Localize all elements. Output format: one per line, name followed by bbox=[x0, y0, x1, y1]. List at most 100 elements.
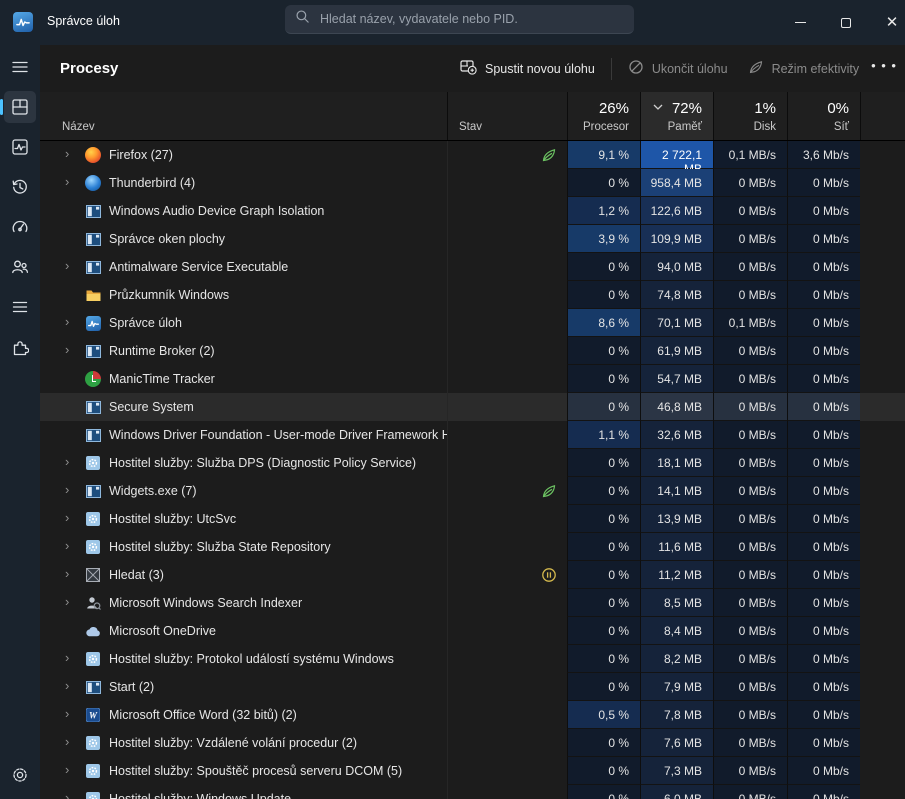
expand-chevron-icon[interactable]: › bbox=[65, 706, 69, 721]
process-name: Hledat (3) bbox=[109, 568, 164, 582]
expand-chevron-icon[interactable]: › bbox=[65, 258, 69, 273]
process-row[interactable]: ›Hledat (3)0 %11,2 MB0 MB/s0 Mb/s bbox=[40, 561, 905, 589]
search-box[interactable] bbox=[285, 5, 634, 34]
network-total-percent: 0% bbox=[827, 100, 849, 117]
column-header-network[interactable]: 0% Síť bbox=[787, 92, 860, 140]
process-name: Microsoft Office Word (32 bitů) (2) bbox=[109, 708, 297, 722]
process-row[interactable]: Windows Driver Foundation - User-mode Dr… bbox=[40, 421, 905, 449]
network-cell: 0 Mb/s bbox=[787, 505, 860, 533]
sidebar-item-processes[interactable] bbox=[4, 91, 36, 123]
row-filler bbox=[860, 309, 905, 337]
process-row[interactable]: Správce oken plochy3,9 %109,9 MB0 MB/s0 … bbox=[40, 225, 905, 253]
expand-chevron-icon[interactable]: › bbox=[65, 594, 69, 609]
row-filler bbox=[860, 505, 905, 533]
column-header-status[interactable]: Stav bbox=[447, 92, 567, 140]
expand-chevron-icon[interactable]: › bbox=[65, 342, 69, 357]
process-row[interactable]: ›Microsoft Windows Search Indexer0 %8,5 … bbox=[40, 589, 905, 617]
process-row[interactable]: ›Hostitel služby: Vzdálené volání proced… bbox=[40, 729, 905, 757]
expand-chevron-icon[interactable]: › bbox=[65, 482, 69, 497]
process-name-cell: ›Firefox (27) bbox=[40, 141, 447, 169]
expand-chevron-icon[interactable]: › bbox=[65, 510, 69, 525]
process-row[interactable]: Průzkumník Windows0 %74,8 MB0 MB/s0 Mb/s bbox=[40, 281, 905, 309]
process-name: Průzkumník Windows bbox=[109, 288, 229, 302]
cpu-cell: 1,1 % bbox=[567, 421, 640, 449]
sidebar-item-services[interactable] bbox=[4, 331, 36, 363]
process-row[interactable]: ›Antimalware Service Executable0 %94,0 M… bbox=[40, 253, 905, 281]
expand-chevron-icon[interactable]: › bbox=[65, 678, 69, 693]
process-row[interactable]: ›WMicrosoft Office Word (32 bitů) (2)0,5… bbox=[40, 701, 905, 729]
column-header-name[interactable]: Název bbox=[40, 92, 447, 140]
run-new-task-button[interactable]: Spustit novou úlohu bbox=[450, 53, 605, 84]
process-icon-folder bbox=[85, 287, 101, 303]
cpu-cell: 9,1 % bbox=[567, 141, 640, 169]
disk-cell: 0 MB/s bbox=[713, 337, 787, 365]
column-header-disk[interactable]: 1% Disk bbox=[713, 92, 787, 140]
column-label-name: Název bbox=[62, 121, 95, 133]
close-button[interactable]: ✕ bbox=[869, 0, 905, 45]
disk-cell: 0 MB/s bbox=[713, 617, 787, 645]
minimize-button[interactable] bbox=[777, 0, 823, 45]
efficiency-mode-button[interactable]: Režim efektivity bbox=[738, 53, 870, 84]
search-input[interactable] bbox=[320, 12, 624, 26]
end-task-button[interactable]: Ukončit úlohu bbox=[618, 53, 738, 84]
expand-chevron-icon[interactable]: › bbox=[65, 762, 69, 777]
process-name: Hostitel služby: UtcSvc bbox=[109, 512, 236, 526]
column-header-memory[interactable]: 72% Paměť bbox=[640, 92, 713, 140]
network-cell: 0 Mb/s bbox=[787, 449, 860, 477]
memory-cell: 7,6 MB bbox=[640, 729, 713, 757]
process-name-cell: ›Hostitel služby: Služba State Repositor… bbox=[40, 533, 447, 561]
row-filler bbox=[860, 729, 905, 757]
process-name-cell: Průzkumník Windows bbox=[40, 281, 447, 309]
process-name-cell: ›Hostitel služby: Služba DPS (Diagnostic… bbox=[40, 449, 447, 477]
process-row[interactable]: ›Hostitel služby: Spouštěč procesů serve… bbox=[40, 757, 905, 785]
more-options-button[interactable]: • • • bbox=[869, 58, 899, 79]
process-row[interactable]: ›Hostitel služby: Protokol událostí syst… bbox=[40, 645, 905, 673]
expand-chevron-icon[interactable]: › bbox=[65, 734, 69, 749]
network-cell: 0 Mb/s bbox=[787, 421, 860, 449]
process-row[interactable]: Secure System0 %46,8 MB0 MB/s0 Mb/s bbox=[40, 393, 905, 421]
process-row[interactable]: ›Hostitel služby: Služba State Repositor… bbox=[40, 533, 905, 561]
expand-chevron-icon[interactable]: › bbox=[65, 314, 69, 329]
users-icon bbox=[11, 258, 29, 276]
sidebar-item-settings[interactable] bbox=[4, 759, 36, 791]
process-row[interactable]: ›Runtime Broker (2)0 %61,9 MB0 MB/s0 Mb/… bbox=[40, 337, 905, 365]
app-history-icon bbox=[11, 178, 29, 196]
expand-chevron-icon[interactable]: › bbox=[65, 566, 69, 581]
memory-cell: 8,2 MB bbox=[640, 645, 713, 673]
close-icon: ✕ bbox=[886, 15, 899, 30]
process-row[interactable]: Windows Audio Device Graph Isolation1,2 … bbox=[40, 197, 905, 225]
expand-chevron-icon[interactable]: › bbox=[65, 650, 69, 665]
sidebar-item-users[interactable] bbox=[4, 251, 36, 283]
status-cell bbox=[447, 533, 567, 561]
process-row[interactable]: ›Start (2)0 %7,9 MB0 MB/s0 Mb/s bbox=[40, 673, 905, 701]
process-row[interactable]: ›Thunderbird (4)0 %958,4 MB0 MB/s0 Mb/s bbox=[40, 169, 905, 197]
sidebar-item-details[interactable] bbox=[4, 291, 36, 323]
memory-cell: 122,6 MB bbox=[640, 197, 713, 225]
process-row[interactable]: ManicTime Tracker0 %54,7 MB0 MB/s0 Mb/s bbox=[40, 365, 905, 393]
sidebar-item-performance[interactable] bbox=[4, 131, 36, 163]
expand-chevron-icon[interactable]: › bbox=[65, 538, 69, 553]
row-filler bbox=[860, 449, 905, 477]
process-row[interactable]: ›Hostitel služby: UtcSvc0 %13,9 MB0 MB/s… bbox=[40, 505, 905, 533]
disk-cell: 0 MB/s bbox=[713, 281, 787, 309]
expand-chevron-icon[interactable]: › bbox=[65, 146, 69, 161]
process-row[interactable]: ›Firefox (27)9,1 %2 722,1 MB0,1 MB/s3,6 … bbox=[40, 141, 905, 169]
sidebar-item-app-history[interactable] bbox=[4, 171, 36, 203]
column-label-cpu: Procesor bbox=[583, 121, 629, 133]
disk-cell: 0 MB/s bbox=[713, 589, 787, 617]
expand-chevron-icon[interactable]: › bbox=[65, 790, 69, 799]
expand-chevron-icon[interactable]: › bbox=[65, 454, 69, 469]
process-row[interactable]: ›Hostitel služby: Služba DPS (Diagnostic… bbox=[40, 449, 905, 477]
network-cell: 0 Mb/s bbox=[787, 337, 860, 365]
process-row[interactable]: ›Hostitel služby: Windows Update0 %6,0 M… bbox=[40, 785, 905, 799]
column-header-empty bbox=[860, 92, 905, 140]
maximize-button[interactable] bbox=[823, 0, 869, 45]
process-row[interactable]: ›Správce úloh8,6 %70,1 MB0,1 MB/s0 Mb/s bbox=[40, 309, 905, 337]
page-title: Procesy bbox=[60, 60, 118, 77]
sidebar-item-startup-apps[interactable] bbox=[4, 211, 36, 243]
process-row[interactable]: ›Widgets.exe (7)0 %14,1 MB0 MB/s0 Mb/s bbox=[40, 477, 905, 505]
sidebar-item-menu[interactable] bbox=[4, 51, 36, 83]
expand-chevron-icon[interactable]: › bbox=[65, 174, 69, 189]
process-row[interactable]: Microsoft OneDrive0 %8,4 MB0 MB/s0 Mb/s bbox=[40, 617, 905, 645]
column-header-cpu[interactable]: 26% Procesor bbox=[567, 92, 640, 140]
